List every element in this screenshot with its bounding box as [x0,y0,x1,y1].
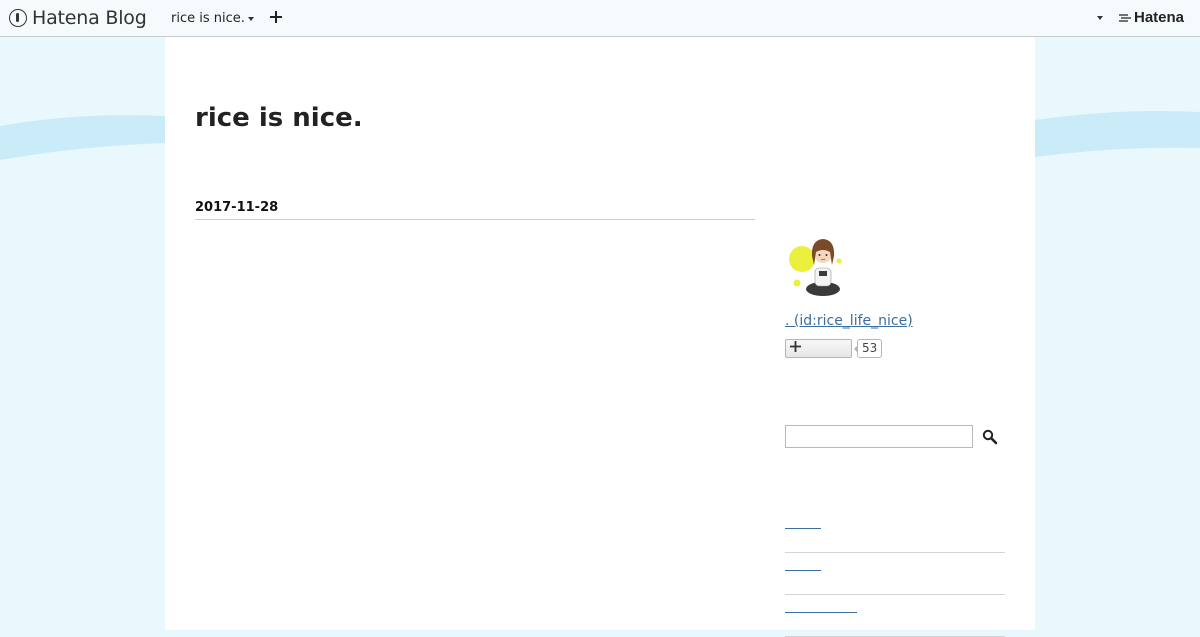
category-link[interactable] [785,561,821,571]
account-menu-caret-icon[interactable] [1097,16,1103,20]
category-item [785,511,1005,553]
category-link[interactable] [785,603,857,613]
hatena-logo-text: Hatena [1134,9,1185,26]
category-list [785,511,1005,637]
top-navbar: Hatena Blog rice is nice. Hatena [0,0,1200,37]
search-input[interactable] [785,425,973,448]
category-item [785,595,1005,637]
blog-switcher-dropdown[interactable]: rice is nice. [171,11,254,26]
plus-icon [790,341,801,352]
category-item [785,553,1005,595]
category-link[interactable] [785,519,821,529]
plus-icon [270,11,282,23]
hatena-blog-mark-icon [9,9,27,27]
caret-down-icon [247,16,254,21]
write-entry-button[interactable] [270,8,282,27]
blog-container: rice is nice. 2017-11-28 . (id:rice_life… [165,37,1035,637]
profile-link[interactable]: . (id:rice_life_nice) [785,313,1005,329]
follow-button[interactable] [785,339,852,358]
hatena-blog-logo[interactable]: Hatena Blog [9,6,147,30]
blog-switcher-label: rice is nice. [171,11,245,26]
follow-row: 53 [785,339,1005,358]
hatena-mark-icon [1119,13,1131,22]
search-form [785,425,998,448]
hatena-logo[interactable]: Hatena [1118,9,1184,26]
search-button-magnifier-icon[interactable] [982,429,998,445]
sidebar: . (id:rice_life_nice) 53 [785,237,1005,637]
blog-title[interactable]: rice is nice. [195,103,363,133]
brand-text: Hatena Blog [32,7,147,29]
avatar-icon[interactable] [785,237,845,299]
entry-date[interactable]: 2017-11-28 [195,200,755,220]
follower-count-badge[interactable]: 53 [853,339,883,358]
